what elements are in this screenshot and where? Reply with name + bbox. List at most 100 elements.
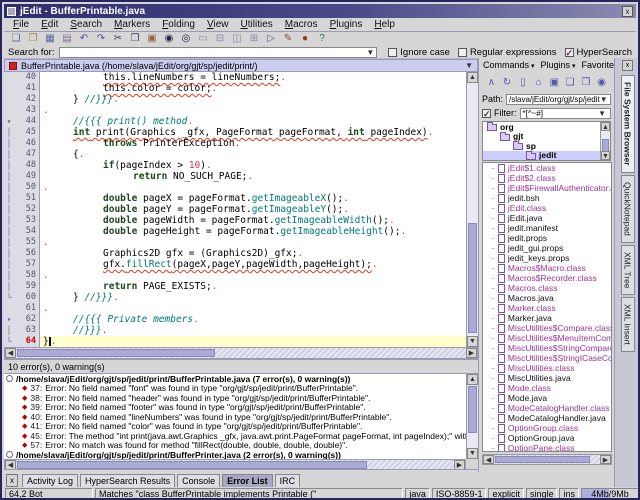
error-row[interactable]: ◆39:Error: No field named "footer" was f… xyxy=(4,403,466,413)
filter-checkbox[interactable]: ✓ xyxy=(482,109,491,118)
title-bar[interactable]: jEdit - BufferPrintable.java x xyxy=(4,4,636,18)
copy-icon[interactable]: ❒ xyxy=(128,33,142,45)
tree-scrollbar[interactable]: ▲ ▼ xyxy=(600,122,610,160)
tree-expand-icon[interactable] xyxy=(6,451,13,458)
fold-toggle-icon[interactable]: ▾ xyxy=(4,116,14,127)
editor-scroll-thumb[interactable] xyxy=(468,223,477,333)
file-list-item[interactable]: –jEdit.java xyxy=(483,213,611,223)
code-text[interactable]: . xyxy=(40,270,466,281)
scroll-down-icon[interactable]: ▼ xyxy=(467,448,478,459)
split-vertical-icon[interactable]: ◫ xyxy=(230,33,244,45)
code-line[interactable]: │52double pageY = pageFormat.getImageabl… xyxy=(4,204,466,215)
code-line[interactable]: │47{. xyxy=(4,149,466,160)
window-close-button[interactable]: x xyxy=(622,6,633,17)
fold-toggle-icon[interactable]: ▾ xyxy=(4,314,14,325)
file-list-item[interactable]: –OptionPane.class xyxy=(483,443,611,452)
tree-expand-icon[interactable] xyxy=(6,375,13,382)
new-view-icon[interactable]: ⊞ xyxy=(247,33,261,45)
file-list-item[interactable]: –Mode.java xyxy=(483,393,611,403)
code-line[interactable]: 41this.color = color;. xyxy=(4,83,466,94)
code-text[interactable]: } //}}}. xyxy=(40,292,466,303)
menu-plugins[interactable]: Plugins xyxy=(325,19,368,30)
file-list-horizontal-scrollbar[interactable]: ◀ ▶ xyxy=(482,454,612,465)
side-tab-file-system-browser[interactable]: File System Browser xyxy=(621,75,635,173)
chevron-down-icon[interactable]: ▼ xyxy=(600,95,610,104)
scroll-up-icon[interactable]: ▲ xyxy=(601,122,610,131)
code-text[interactable]: double pageWidth = pageFormat.getImageab… xyxy=(40,215,466,226)
dock-tab-error-list[interactable]: Error List xyxy=(222,474,273,487)
chevron-down-icon[interactable]: ▼ xyxy=(366,48,376,57)
code-line[interactable]: └64}. xyxy=(4,336,466,347)
file-list-item[interactable]: –jedit.manifest xyxy=(483,223,611,233)
dock-close-button[interactable]: x xyxy=(6,474,18,487)
code-text[interactable]: throws PrinterException. xyxy=(40,138,466,149)
new-file-icon[interactable]: ❏ xyxy=(9,33,23,45)
code-text[interactable]: this.lineNumbers = lineNumbers;. xyxy=(40,72,466,83)
code-line[interactable]: │46throws PrinterException. xyxy=(4,138,466,149)
error-row[interactable]: ◆40:Error: No field named "lineNumbers" … xyxy=(4,412,466,422)
file-list-item[interactable]: –jEdit.class xyxy=(483,203,611,213)
print-icon[interactable]: ▤ xyxy=(60,33,74,45)
save-file-icon[interactable]: ▦ xyxy=(43,33,57,45)
synchronize-directory-icon[interactable]: ▣ xyxy=(548,76,561,89)
code-line[interactable]: ▾62//{{{ Private members. xyxy=(4,314,466,325)
help-icon[interactable]: ? xyxy=(315,33,329,45)
code-line[interactable]: │56Graphics2D gfx = (Graphics2D)_gfx;. xyxy=(4,248,466,259)
code-text[interactable]: this.color = color;. xyxy=(40,83,466,94)
file-list-item[interactable]: –ModeCatalogHandler.class xyxy=(483,403,611,413)
code-text[interactable]: } //}}}. xyxy=(40,94,466,105)
code-line[interactable]: │55. xyxy=(4,237,466,248)
edit-macro-icon[interactable]: ✎ xyxy=(281,33,295,45)
hypersearch-checkbox[interactable]: ✓ xyxy=(565,48,574,57)
redo-icon[interactable]: ↷ xyxy=(94,33,108,45)
menu-macros[interactable]: Macros xyxy=(280,19,323,30)
code-text[interactable]: Graphics2D gfx = (Graphics2D)_gfx;. xyxy=(40,248,466,259)
dock-tab-activity-log[interactable]: Activity Log xyxy=(22,474,78,487)
scroll-right-icon[interactable]: ▶ xyxy=(466,348,477,358)
paste-icon[interactable]: ▣ xyxy=(145,33,159,45)
reload-directory-icon[interactable]: ↻ xyxy=(501,76,514,89)
file-list-item[interactable]: –MiscUtilities$Compare.class xyxy=(483,323,611,333)
menu-file[interactable]: File xyxy=(8,19,34,30)
code-text[interactable]: double pageY = pageFormat.getImageableY(… xyxy=(40,204,466,215)
side-tab-quicknotepad[interactable]: QuickNotepad xyxy=(621,175,635,243)
error-row[interactable]: ◆57:Error: No match was found for method… xyxy=(4,441,466,451)
code-text[interactable]: //{{{ print() method. xyxy=(40,116,466,127)
file-list-item[interactable]: –OptionGroup.java xyxy=(483,433,611,443)
file-list-item[interactable]: –jEdit$2.class xyxy=(483,173,611,183)
fsb-menu-commands[interactable]: Commands xyxy=(483,60,534,70)
scroll-up-icon[interactable]: ▲ xyxy=(467,72,478,83)
file-list-item[interactable]: –Marker.java xyxy=(483,313,611,323)
error-row[interactable]: ◆37:Error: No field named "font" was fou… xyxy=(4,384,466,394)
file-list-hscroll-thumb[interactable] xyxy=(495,456,590,463)
editor-hscroll-thumb[interactable] xyxy=(17,349,215,357)
code-text[interactable]: int print(Graphics _gfx, PageFormat page… xyxy=(40,127,466,138)
find-next-icon[interactable]: ◎ xyxy=(179,33,193,45)
root-directory-icon[interactable]: ▯ xyxy=(517,76,530,89)
cut-icon[interactable]: ✂ xyxy=(111,33,125,45)
file-list-item[interactable]: –MiscUtilities$MenuItemCompare.class xyxy=(483,333,611,343)
file-list-item[interactable]: –Macros$Recorder.class xyxy=(483,273,611,283)
unsplit-icon[interactable]: ▭ xyxy=(196,33,210,45)
file-list-item[interactable]: –Macros$Macro.class xyxy=(483,263,611,273)
new-file-icon[interactable]: ❏ xyxy=(564,76,577,89)
scroll-down-icon[interactable]: ▼ xyxy=(601,151,610,160)
file-list-item[interactable]: –jEdit$FirewallAuthenticator.class xyxy=(483,183,611,193)
code-text[interactable]: double pageX = pageFormat.getImageableX(… xyxy=(40,193,466,204)
code-line[interactable]: 42} //}}}. xyxy=(4,94,466,105)
code-line[interactable]: │53double pageWidth = pageFormat.getImag… xyxy=(4,215,466,226)
code-line[interactable]: 61. xyxy=(4,303,466,314)
code-line[interactable]: │58. xyxy=(4,270,466,281)
scroll-down-icon[interactable]: ▼ xyxy=(467,336,478,347)
regular-expressions-checkbox[interactable] xyxy=(458,48,467,57)
code-editor[interactable]: 40this.lineNumbers = lineNumbers;.41this… xyxy=(4,72,478,347)
error-row[interactable]: ◆45:Error: The method "int print(java.aw… xyxy=(4,431,466,441)
filter-input[interactable]: *[^~#] ▼ xyxy=(520,108,612,119)
code-text[interactable]: . xyxy=(40,105,466,116)
menu-edit[interactable]: Edit xyxy=(36,19,63,30)
code-line[interactable]: └60} //}}}. xyxy=(4,292,466,303)
code-text[interactable]: . xyxy=(40,303,466,314)
code-line[interactable]: │45int print(Graphics _gfx, PageFormat p… xyxy=(4,127,466,138)
code-text[interactable]: return NO_SUCH_PAGE;. xyxy=(40,171,466,182)
error-file-row[interactable]: /home/slava/jEdit/org/gjt/sp/jedit/print… xyxy=(4,374,466,384)
